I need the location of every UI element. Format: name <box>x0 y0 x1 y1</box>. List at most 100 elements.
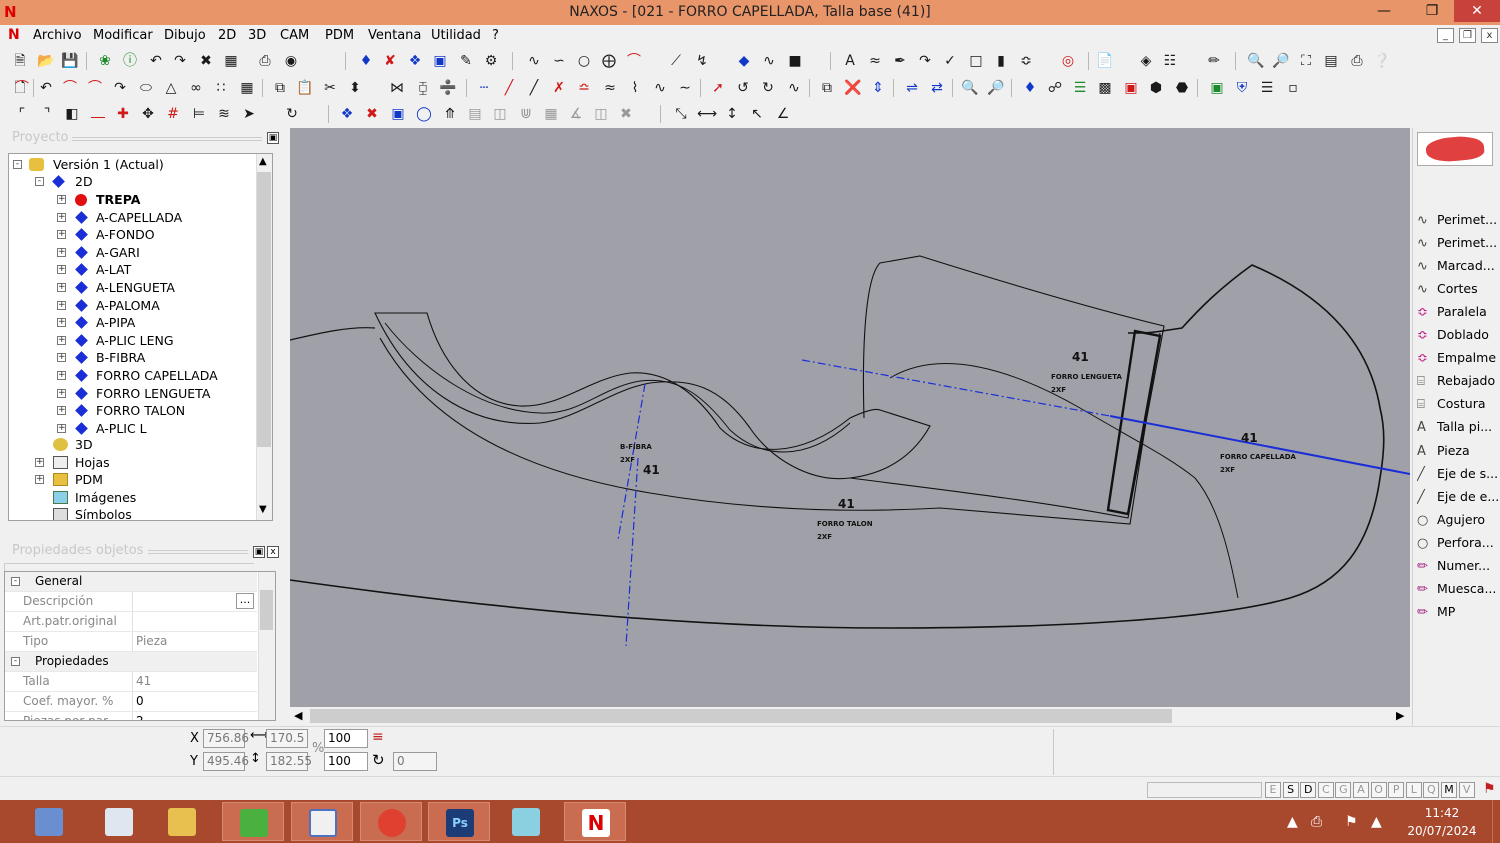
zoom-window-icon[interactable]: ⛶ <box>1296 51 1316 71</box>
taskbar-app-pencil[interactable] <box>291 802 353 841</box>
curve-red-icon[interactable]: ⌒ <box>12 78 32 98</box>
help-icon[interactable]: ❔ <box>1372 51 1392 71</box>
trim-icon[interactable]: ∿ <box>759 51 779 71</box>
status-flag-c[interactable]: C <box>1317 782 1334 798</box>
hexagon-icon[interactable]: ⬢ <box>1146 78 1166 98</box>
restore-button[interactable]: ❐ <box>1412 0 1452 22</box>
split-icon[interactable]: ≏ <box>574 78 594 98</box>
tool-muesca[interactable]: ✏ Muesca... <box>1417 578 1500 600</box>
scroll-up-icon[interactable]: ▲ <box>259 156 267 167</box>
cross-icon[interactable]: ➗ <box>438 78 458 98</box>
expand-icon[interactable]: + <box>57 265 66 275</box>
prop-coef[interactable]: Coef. mayor. % 0 <box>5 692 257 712</box>
status-flag-v[interactable]: V <box>1458 782 1475 798</box>
open-folder-icon[interactable]: 📂 <box>36 51 56 71</box>
polyline-icon[interactable]: ↯ <box>692 51 712 71</box>
menu-dibujo[interactable]: Dibujo <box>164 28 206 43</box>
curves-icon[interactable]: ≎ <box>1016 51 1036 71</box>
corner-icon[interactable]: ⌜ <box>12 104 32 124</box>
shape-icon[interactable]: ⬣ <box>1172 78 1192 98</box>
select-piece-icon[interactable]: ♦ <box>356 51 376 71</box>
close-button[interactable]: ✕ <box>1454 0 1500 22</box>
palette-icon[interactable]: ◉ <box>281 51 301 71</box>
red-line-icon[interactable]: ╱ <box>499 78 519 98</box>
tool-rebajado[interactable]: ⌸ Rebajado <box>1417 370 1500 392</box>
swap-icon[interactable]: ⇄ <box>927 78 947 98</box>
show-desktop-button[interactable] <box>1492 800 1500 843</box>
copy-icon[interactable]: ⧉ <box>270 78 290 98</box>
prop-piezas[interactable]: Piezas por par 2 <box>5 712 257 720</box>
tool-numeracion[interactable]: ✏ Numer... <box>1417 555 1500 577</box>
triangle-icon[interactable]: △ <box>161 78 181 98</box>
flatten-icon[interactable]: ∼ <box>675 78 695 98</box>
pen-icon[interactable]: ✒ <box>890 51 910 71</box>
category-general[interactable]: - General <box>5 572 257 592</box>
print-icon[interactable]: ⎙ <box>255 51 275 71</box>
wave-icon[interactable]: ≈ <box>865 51 885 71</box>
menu-modificar[interactable]: Modificar <box>93 28 153 43</box>
loop-icon[interactable]: ∞ <box>186 78 206 98</box>
panel-pin-icon[interactable]: ▣ <box>253 546 265 558</box>
pin-icon[interactable]: ➚ <box>708 78 728 98</box>
dashed-line-icon[interactable]: ┄ <box>474 78 494 98</box>
tools-icon[interactable]: ⚙ <box>481 51 501 71</box>
menu-2d[interactable]: 2D <box>218 28 236 43</box>
cut-icon[interactable]: ✂ <box>320 78 340 98</box>
mirror-h-icon[interactable]: ⋈ <box>387 78 407 98</box>
measure-icon[interactable]: ∡ <box>566 104 586 124</box>
mdi-minimize-button[interactable]: _ <box>1437 28 1454 43</box>
columns-icon[interactable]: ☷ <box>1160 51 1180 71</box>
bottle-icon[interactable]: ▮ <box>991 51 1011 71</box>
image-icon[interactable]: ▣ <box>1207 78 1227 98</box>
page-corner-icon[interactable]: ◧ <box>62 104 82 124</box>
expand-icon[interactable]: + <box>57 318 66 328</box>
dim-red-icon[interactable]: ⎼ <box>88 104 108 124</box>
expand-icon[interactable]: + <box>57 335 66 345</box>
minimize-button[interactable]: — <box>1364 0 1404 22</box>
tray-flag-icon[interactable]: ⚑ <box>1345 814 1358 830</box>
tool-perimetro-2[interactable]: ∿ Perimet... <box>1417 232 1500 254</box>
taskbar-chrome[interactable] <box>360 802 422 841</box>
columns-split-icon[interactable]: ◫ <box>591 104 611 124</box>
prop-talla[interactable]: Talla 41 <box>5 672 257 692</box>
pin-down-icon[interactable]: ⤊ <box>440 104 460 124</box>
scroll-down-icon[interactable]: ▼ <box>259 504 267 515</box>
fit-icon[interactable]: ▣ <box>430 51 450 71</box>
hatch-icon[interactable]: ❌ <box>843 78 863 98</box>
select-icon[interactable]: ⬍ <box>345 78 365 98</box>
export-icon[interactable]: ✎ <box>456 51 476 71</box>
info-icon[interactable]: ⓘ <box>120 51 140 71</box>
stroke-icon[interactable]: ✓ <box>940 51 960 71</box>
tool-pieza[interactable]: A Pieza <box>1417 440 1500 462</box>
expand-icon[interactable]: ▣ <box>388 104 408 124</box>
h-dimension-icon[interactable]: ⟷ <box>697 104 717 124</box>
expand-icon[interactable]: + <box>57 388 66 398</box>
arc-tool-icon[interactable]: ↷ <box>110 78 130 98</box>
height-field[interactable]: 182.55 <box>266 752 312 771</box>
menu-archivo[interactable]: Archivo <box>33 28 82 43</box>
hook-icon[interactable]: ↷ <box>915 51 935 71</box>
status-flag-l[interactable]: L <box>1405 782 1422 798</box>
status-flag-e[interactable]: E <box>1265 782 1281 798</box>
expand-icon[interactable]: + <box>57 423 66 433</box>
descripcion-browse-button[interactable]: ... <box>236 593 254 609</box>
flip-icon[interactable]: ⇌ <box>902 78 922 98</box>
redo-icon[interactable]: ↷ <box>170 51 190 71</box>
tool-agujero[interactable]: ○ Agujero <box>1417 509 1500 531</box>
status-flag-g[interactable]: G <box>1335 782 1352 798</box>
smooth-icon[interactable]: ∿ <box>650 78 670 98</box>
scroll-right-icon[interactable]: ▶ <box>1396 709 1404 722</box>
y-coordinate-field[interactable]: 495.46 <box>203 752 249 771</box>
tool-mp[interactable]: ✏ MP <box>1417 601 1500 623</box>
clock-date[interactable]: 20/07/2024 <box>1404 824 1480 838</box>
step-icon[interactable]: ⌇ <box>625 78 645 98</box>
mdi-restore-button[interactable]: ❐ <box>1459 28 1476 43</box>
mdi-close-button[interactable]: x <box>1481 28 1498 43</box>
tool-doblado[interactable]: ≎ Doblado <box>1417 324 1500 346</box>
width-field[interactable]: 170.5 <box>266 729 308 748</box>
move-icon[interactable]: ❖ <box>405 51 425 71</box>
target-icon[interactable]: ◎ <box>1058 51 1078 71</box>
link-icon[interactable]: ☍ <box>1045 78 1065 98</box>
rotate-left-icon[interactable]: ↺ <box>733 78 753 98</box>
text-icon[interactable]: A <box>840 51 860 71</box>
